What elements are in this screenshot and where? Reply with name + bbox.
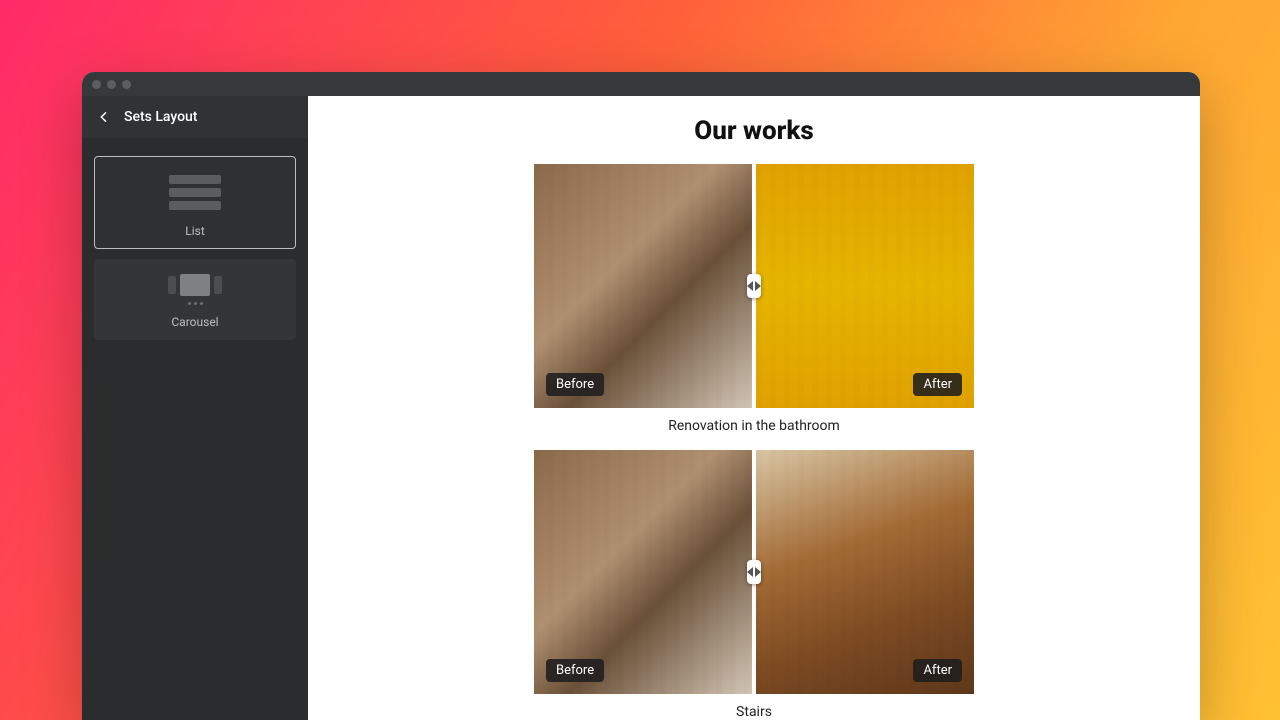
before-badge: Before	[546, 659, 604, 682]
sidebar-header: Sets Layout	[82, 96, 308, 138]
layout-option-label: List	[185, 224, 205, 238]
gradient-backdrop: Sets Layout List Carousel	[0, 0, 1280, 720]
after-badge: After	[913, 659, 962, 682]
layout-option-label: Carousel	[171, 315, 218, 329]
slider-handle[interactable]	[752, 164, 756, 408]
slider-grip-icon	[747, 274, 761, 298]
titlebar	[82, 72, 1200, 96]
before-image	[534, 450, 752, 694]
page-title: Our works	[694, 116, 813, 146]
list-layout-icon	[169, 171, 221, 214]
back-arrow-icon[interactable]	[96, 109, 112, 125]
carousel-layout-icon	[168, 274, 222, 305]
comparison-set: Before After Renovation in the bathroom	[534, 164, 974, 434]
layout-option-list[interactable]: List	[94, 156, 296, 249]
layout-option-carousel[interactable]: Carousel	[94, 259, 296, 340]
before-after-slider[interactable]: Before After	[534, 164, 974, 408]
settings-sidebar: Sets Layout List Carousel	[82, 96, 308, 720]
after-image	[756, 450, 974, 694]
after-image	[756, 164, 974, 408]
set-caption: Stairs	[534, 704, 974, 720]
traffic-light-zoom[interactable]	[122, 80, 131, 89]
sidebar-title: Sets Layout	[124, 109, 197, 125]
before-image	[534, 164, 752, 408]
before-badge: Before	[546, 373, 604, 396]
before-after-slider[interactable]: Before After	[534, 450, 974, 694]
comparison-set: Before After Stairs	[534, 450, 974, 720]
slider-grip-icon	[747, 560, 761, 584]
layout-options: List Carousel	[82, 138, 308, 358]
app-window: Sets Layout List Carousel	[82, 72, 1200, 720]
after-badge: After	[913, 373, 962, 396]
preview-pane: Our works Before After Renovation i	[308, 96, 1200, 720]
traffic-light-close[interactable]	[92, 80, 101, 89]
traffic-light-minimize[interactable]	[107, 80, 116, 89]
slider-handle[interactable]	[752, 450, 756, 694]
set-caption: Renovation in the bathroom	[534, 418, 974, 434]
